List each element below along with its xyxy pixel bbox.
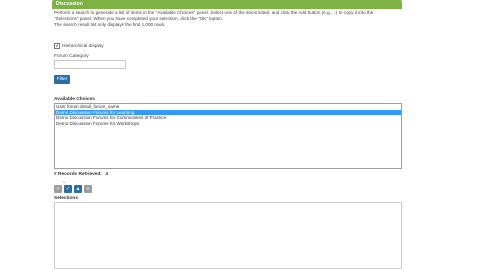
list-item[interactable]: Demo Discussion Forums for Workshops — [55, 121, 401, 127]
hierarchical-display-label: Hierarchical display — [62, 43, 104, 49]
selections-label: Selections — [54, 196, 78, 201]
selections-list[interactable] — [54, 202, 402, 269]
instruction-line: The search result list only displays the… — [54, 22, 166, 27]
instructions: Perform a search to generate a list of i… — [54, 10, 402, 28]
records-retrieved: # Records Retrieved: 4 — [54, 172, 108, 177]
hierarchical-display-checkbox[interactable]: ✔ — [54, 43, 60, 49]
forum-category-input[interactable] — [54, 60, 126, 69]
records-count: 4 — [105, 172, 109, 177]
available-choices-list[interactable]: User forum detail_forum_name Demo Discus… — [54, 103, 402, 169]
section-header: Discussion — [52, 0, 402, 9]
remove-button[interactable]: ▲ — [74, 185, 82, 193]
add-button[interactable]: ✓ — [64, 185, 72, 193]
filter-button[interactable]: Filter — [54, 75, 70, 84]
records-label: # Records Retrieved: — [54, 172, 102, 177]
forum-category-label: Forum Category — [54, 54, 89, 59]
available-choices-label: Available Choices — [54, 97, 95, 102]
remove-all-button[interactable]: » — [54, 185, 62, 193]
section-title: Discussion — [56, 1, 83, 7]
hierarchical-display-row[interactable]: ✔ Hierarchical display — [54, 43, 104, 49]
mover-buttons: » ✓ ▲ « — [54, 185, 92, 193]
add-all-button[interactable]: « — [84, 185, 92, 193]
